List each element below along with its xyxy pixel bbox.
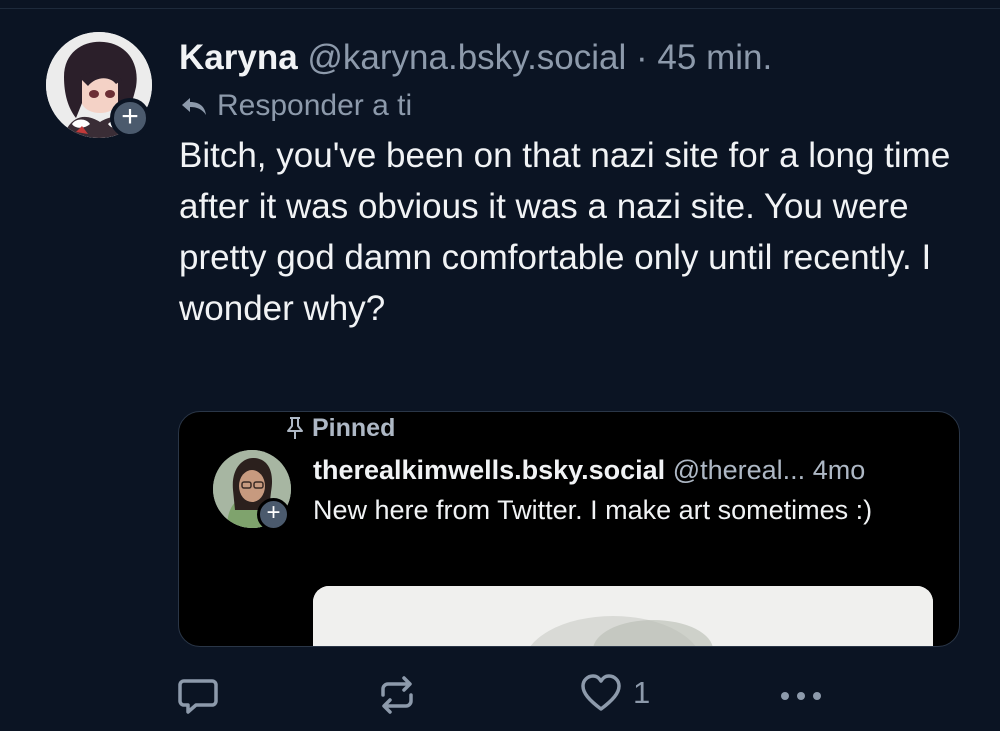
quoted-post-time[interactable]: 4mo — [813, 455, 866, 485]
reply-arrow-icon — [182, 98, 206, 115]
post: Karyna @karyna.bsky.social · 45 min. Res… — [179, 36, 979, 334]
author-avatar[interactable]: + — [46, 32, 152, 138]
follow-plus-icon[interactable]: + — [257, 498, 290, 531]
pinned-label-row: Pinned — [285, 412, 395, 444]
reply-indicator-label: Responder a ti — [217, 89, 413, 122]
author-handle[interactable]: @karyna.bsky.social — [307, 38, 626, 77]
quoted-author-avatar[interactable]: + — [213, 450, 293, 531]
quoted-author-display-name[interactable]: therealkimwells.bsky.social — [313, 455, 665, 485]
quoted-post-image[interactable] — [313, 586, 933, 646]
ellipsis-icon — [781, 692, 821, 700]
quoted-post[interactable]: Pinned + therealkimwells.bsky.social @th… — [178, 411, 960, 647]
pin-icon — [287, 417, 303, 439]
separator: · — [636, 38, 648, 77]
post-text: Bitch, you've been on that nazi site for… — [179, 136, 951, 328]
comment-icon — [178, 679, 218, 714]
repost-button[interactable] — [375, 673, 419, 717]
heart-icon — [581, 674, 621, 711]
quoted-author-handle[interactable]: @thereal... — [673, 455, 805, 485]
post-actions: 1 — [0, 665, 1000, 721]
repost-icon — [381, 676, 413, 714]
reply-button[interactable] — [176, 673, 220, 717]
post-header: Karyna @karyna.bsky.social · 45 min. — [179, 36, 979, 80]
author-display-name[interactable]: Karyna — [179, 38, 298, 77]
like-button[interactable]: 1 — [579, 671, 650, 715]
follow-plus-icon[interactable]: + — [110, 98, 150, 138]
top-divider — [0, 0, 1000, 9]
post-time[interactable]: 45 min. — [657, 38, 772, 77]
reply-indicator[interactable]: Responder a ti — [179, 86, 979, 126]
more-options-button[interactable] — [776, 673, 826, 717]
like-count: 1 — [633, 675, 651, 710]
pinned-label: Pinned — [312, 414, 396, 442]
quoted-post-text: New here from Twitter. I make art someti… — [313, 495, 873, 525]
quoted-post-header: therealkimwells.bsky.social @thereal... … — [313, 452, 865, 488]
